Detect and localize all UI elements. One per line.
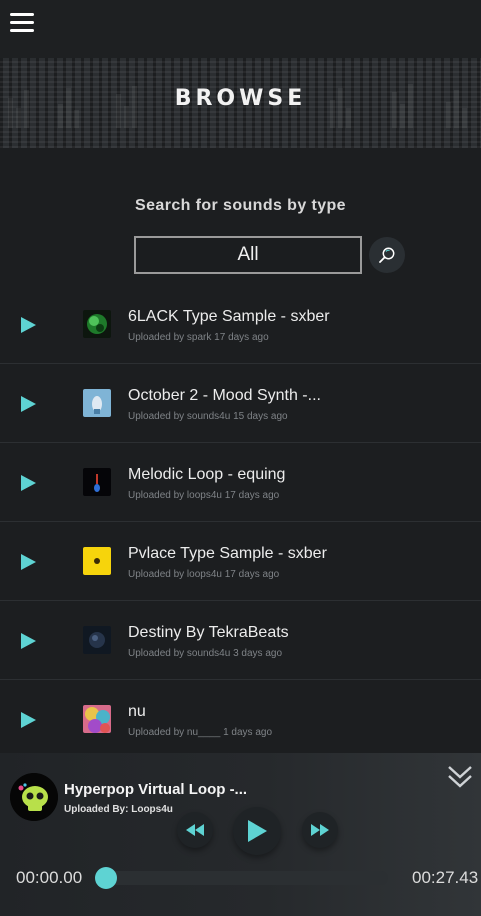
sound-row: October 2 - Mood Synth -... Uploaded by …	[0, 364, 481, 443]
sound-type-select[interactable]: All	[134, 236, 362, 274]
now-playing-title: Hyperpop Virtual Loop -...	[64, 781, 248, 798]
sound-row: Destiny By TekraBeats Uploaded by sounds…	[0, 601, 481, 680]
play-pause-button[interactable]	[233, 807, 281, 855]
sound-row: 6LACK Type Sample - sxber Uploaded by sp…	[0, 285, 481, 364]
fast-forward-icon	[311, 824, 329, 836]
progress-track[interactable]	[106, 871, 388, 885]
browse-banner: BROWSE	[0, 58, 481, 148]
sound-row: Melodic Loop - equing Uploaded by loops4…	[0, 443, 481, 522]
sound-meta: Uploaded by spark 17 days ago	[128, 332, 269, 343]
now-playing-cover	[10, 773, 58, 821]
search-label: Search for sounds by type	[135, 197, 346, 214]
rewind-icon	[186, 824, 204, 836]
sound-thumbnail	[83, 389, 111, 417]
play-icon[interactable]	[18, 552, 38, 572]
play-icon[interactable]	[18, 315, 38, 335]
fast-forward-button[interactable]	[302, 812, 338, 848]
page-title: BROWSE	[174, 86, 307, 111]
progress-knob[interactable]	[95, 867, 117, 889]
sound-thumbnail	[83, 468, 111, 496]
now-playing-uploader: Uploaded By: Loops4u	[64, 804, 173, 815]
play-icon[interactable]	[18, 631, 38, 651]
sound-thumbnail	[83, 310, 111, 338]
hamburger-menu-icon[interactable]	[10, 13, 34, 33]
sound-meta: Uploaded by nu____ 1 days ago	[128, 727, 273, 738]
play-icon[interactable]	[18, 710, 38, 730]
sound-title[interactable]: 6LACK Type Sample - sxber	[128, 308, 458, 326]
now-playing-bar: Hyperpop Virtual Loop -... Uploaded By: …	[0, 753, 481, 916]
total-time: 00:27.43	[412, 868, 479, 887]
sound-title[interactable]: Pvlace Type Sample - sxber	[128, 545, 458, 563]
top-bar	[0, 0, 481, 58]
sound-thumbnail	[83, 626, 111, 654]
search-button[interactable]	[369, 237, 405, 273]
sound-row: Pvlace Type Sample - sxber Uploaded by l…	[0, 522, 481, 601]
sound-row: nu Uploaded by nu____ 1 days ago	[0, 680, 481, 759]
sound-thumbnail	[83, 547, 111, 575]
sound-meta: Uploaded by loops4u 17 days ago	[128, 490, 280, 501]
rewind-button[interactable]	[177, 812, 213, 848]
sound-list: 6LACK Type Sample - sxber Uploaded by sp…	[0, 285, 481, 759]
sound-meta: Uploaded by sounds4u 3 days ago	[128, 648, 283, 659]
play-icon[interactable]	[18, 473, 38, 493]
double-chevron-down-icon[interactable]	[446, 763, 474, 791]
sound-title[interactable]: Destiny By TekraBeats	[128, 624, 458, 642]
skull-artwork	[10, 773, 58, 821]
sound-title[interactable]: nu	[128, 703, 458, 721]
sound-title[interactable]: Melodic Loop - equing	[128, 466, 458, 484]
sound-meta: Uploaded by sounds4u 15 days ago	[128, 411, 288, 422]
current-time: 00:00.00	[16, 868, 83, 887]
play-icon	[248, 820, 267, 842]
sound-meta: Uploaded by loops4u 17 days ago	[128, 569, 280, 580]
sound-type-value: All	[237, 244, 259, 265]
play-icon[interactable]	[18, 394, 38, 414]
sound-thumbnail	[83, 705, 111, 733]
magnifier-icon	[379, 247, 395, 263]
sound-title[interactable]: October 2 - Mood Synth -...	[128, 387, 458, 405]
